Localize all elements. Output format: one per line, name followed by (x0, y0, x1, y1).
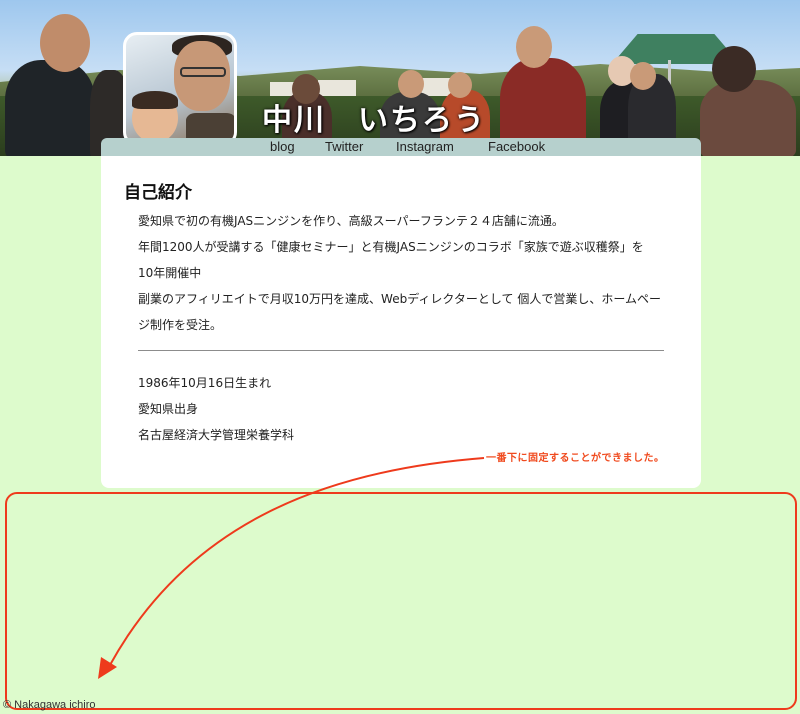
person-head (398, 70, 424, 98)
nav-link-twitter[interactable]: Twitter (325, 138, 363, 156)
intro-title: 自己紹介 (124, 183, 192, 203)
distant-house (318, 80, 356, 96)
intro-line: 10年開催中 (138, 266, 202, 280)
person-figure (700, 80, 796, 156)
intro-line: 副業のアフィリエイトで月収10万円を達成、Webディレクターとして 個人で営業し… (138, 292, 661, 306)
intro-line: 年間1200人が受講する「健康セミナー」と有機JASニンジンのコラボ「家族で遊ぶ… (138, 240, 644, 254)
intro-card: 自己紹介 愛知県で初の有機JASニンジンを作り、高級スーパーフランテ２４店舗に流… (101, 156, 701, 488)
annotation-note: 一番下に固定することができました。 (486, 453, 665, 464)
avatar-child-hair (132, 91, 178, 109)
avatar-glasses (180, 67, 226, 77)
profile-school: 名古屋経済大学管理栄養学科 (138, 428, 295, 442)
nav-bar: blog Twitter Instagram Facebook (101, 138, 701, 156)
profile-avatar (123, 32, 237, 146)
footer-copyright: © Nakagawa ichiro (3, 699, 96, 711)
person-head (40, 14, 90, 72)
section-divider (138, 350, 664, 351)
nav-link-facebook[interactable]: Facebook (488, 138, 545, 156)
person-head (712, 46, 756, 92)
nav-link-instagram[interactable]: Instagram (396, 138, 454, 156)
intro-line: ジ制作を受注。 (138, 318, 223, 332)
profile-name: 中川 いちろう (262, 103, 486, 138)
profile-birthdate: 1986年10月16日生まれ (138, 376, 272, 390)
person-head (630, 62, 656, 90)
person-figure (5, 60, 95, 156)
profile-hometown: 愛知県出身 (138, 402, 199, 416)
nav-link-blog[interactable]: blog (270, 138, 295, 156)
person-head (516, 26, 552, 68)
annotation-highlight-box (5, 492, 797, 710)
intro-line: 愛知県で初の有機JASニンジンを作り、高級スーパーフランテ２４店舗に流通。 (138, 214, 564, 228)
